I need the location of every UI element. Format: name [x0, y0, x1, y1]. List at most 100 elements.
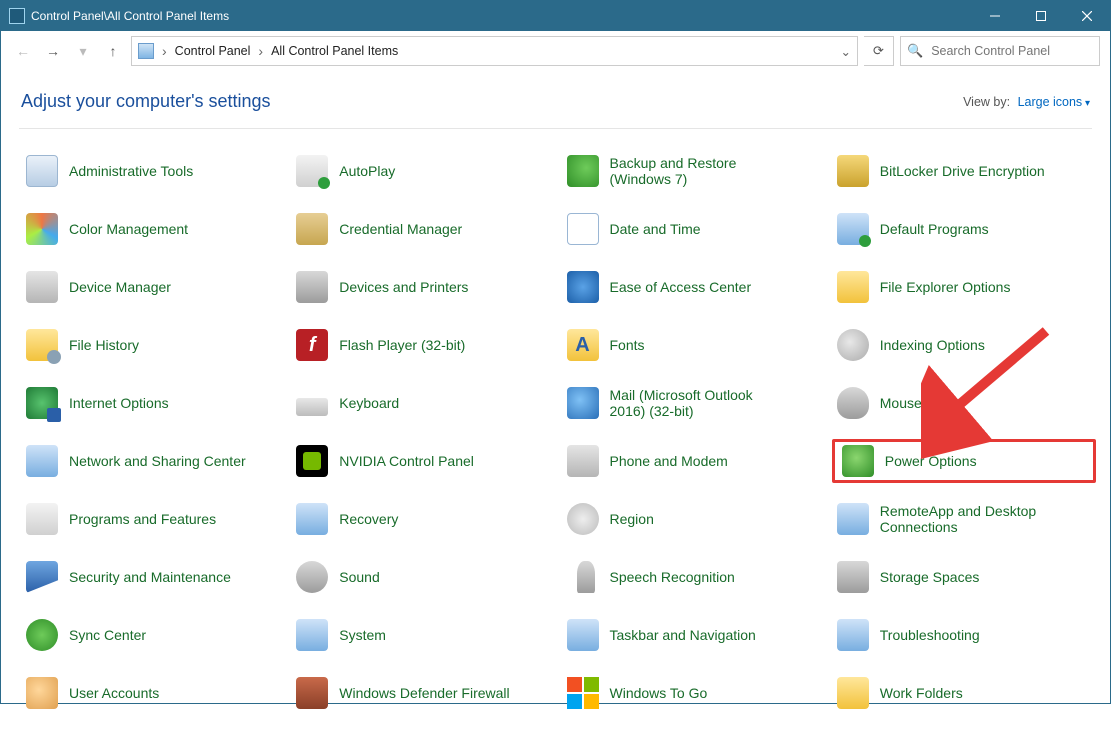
mail-icon: [566, 386, 600, 420]
inet-icon: [25, 386, 59, 420]
cp-item-fonts[interactable]: AFonts: [562, 323, 826, 367]
bitlocker-icon: [836, 154, 870, 188]
cp-item-label: NVIDIA Control Panel: [339, 453, 474, 469]
cp-item-sync[interactable]: Sync Center: [21, 613, 285, 657]
cp-item-recovery[interactable]: Recovery: [291, 497, 555, 541]
cp-item-power[interactable]: Power Options: [832, 439, 1096, 483]
secmaint-icon: [25, 560, 59, 594]
cp-item-devman[interactable]: Device Manager: [21, 265, 285, 309]
cp-item-datetime[interactable]: Date and Time: [562, 207, 826, 251]
cp-item-sound[interactable]: Sound: [291, 555, 555, 599]
cp-item-default[interactable]: Default Programs: [832, 207, 1096, 251]
cp-item-cred[interactable]: Credential Manager: [291, 207, 555, 251]
cp-item-mouse[interactable]: Mouse: [832, 381, 1096, 425]
cp-item-label: Keyboard: [339, 395, 399, 411]
cp-item-label: Network and Sharing Center: [69, 453, 246, 469]
minimize-button[interactable]: [972, 1, 1018, 31]
cp-item-color[interactable]: Color Management: [21, 207, 285, 251]
breadcrumb-sep: [160, 43, 169, 59]
forward-button[interactable]: →: [41, 39, 65, 63]
cp-item-label: Fonts: [610, 337, 645, 353]
cp-item-admin[interactable]: Administrative Tools: [21, 149, 285, 193]
cp-item-label: Mail (Microsoft Outlook 2016) (32-bit): [610, 387, 790, 419]
autoplay-icon: [295, 154, 329, 188]
back-button[interactable]: ←: [11, 39, 35, 63]
cp-item-keyboard[interactable]: Keyboard: [291, 381, 555, 425]
cp-item-taskbar[interactable]: Taskbar and Navigation: [562, 613, 826, 657]
flash-icon: f: [295, 328, 329, 362]
address-bar[interactable]: Control Panel All Control Panel Items ⌄: [131, 36, 858, 66]
cp-item-filehist[interactable]: File History: [21, 323, 285, 367]
up-button[interactable]: ↑: [101, 39, 125, 63]
cp-item-label: User Accounts: [69, 685, 159, 701]
cp-item-network[interactable]: Network and Sharing Center: [21, 439, 285, 483]
view-by: View by: Large icons: [963, 95, 1090, 109]
mouse-icon: [836, 386, 870, 420]
cp-item-label: Storage Spaces: [880, 569, 980, 585]
breadcrumb-sep: [256, 43, 265, 59]
cp-item-label: Credential Manager: [339, 221, 462, 237]
cp-item-label: BitLocker Drive Encryption: [880, 163, 1045, 179]
view-by-value[interactable]: Large icons: [1018, 95, 1090, 109]
cp-item-remote[interactable]: RemoteApp and Desktop Connections: [832, 497, 1096, 541]
progs-icon: [25, 502, 59, 536]
cp-item-label: Windows Defender Firewall: [339, 685, 509, 701]
cp-item-nvidia[interactable]: NVIDIA Control Panel: [291, 439, 555, 483]
cp-item-label: Devices and Printers: [339, 279, 468, 295]
datetime-icon: [566, 212, 600, 246]
recent-dropdown[interactable]: ▾: [71, 39, 95, 63]
cp-item-label: Troubleshooting: [880, 627, 980, 643]
cp-item-label: Speech Recognition: [610, 569, 735, 585]
cp-item-devprint[interactable]: Devices and Printers: [291, 265, 555, 309]
cp-item-label: File Explorer Options: [880, 279, 1011, 295]
cp-item-autoplay[interactable]: AutoPlay: [291, 149, 555, 193]
cp-item-inet[interactable]: Internet Options: [21, 381, 285, 425]
cp-item-wtg[interactable]: Windows To Go: [562, 671, 826, 715]
cp-item-bitlocker[interactable]: BitLocker Drive Encryption: [832, 149, 1096, 193]
cp-item-phone[interactable]: Phone and Modem: [562, 439, 826, 483]
cp-item-label: Internet Options: [69, 395, 169, 411]
breadcrumb-root[interactable]: Control Panel: [175, 44, 251, 58]
default-icon: [836, 212, 870, 246]
search-box[interactable]: 🔍: [900, 36, 1100, 66]
cp-item-label: Windows To Go: [610, 685, 708, 701]
cp-item-storage[interactable]: Storage Spaces: [832, 555, 1096, 599]
breadcrumb-leaf[interactable]: All Control Panel Items: [271, 44, 398, 58]
cp-item-label: Color Management: [69, 221, 188, 237]
cp-item-trouble[interactable]: Troubleshooting: [832, 613, 1096, 657]
cp-item-secmaint[interactable]: Security and Maintenance: [21, 555, 285, 599]
trouble-icon: [836, 618, 870, 652]
search-input[interactable]: [929, 43, 1094, 59]
cp-item-label: Device Manager: [69, 279, 171, 295]
cp-item-speech[interactable]: Speech Recognition: [562, 555, 826, 599]
close-button[interactable]: [1064, 1, 1110, 31]
workfold-icon: [836, 676, 870, 710]
cp-item-mail[interactable]: Mail (Microsoft Outlook 2016) (32-bit): [562, 381, 826, 425]
address-dropdown-icon[interactable]: ⌄: [841, 44, 851, 59]
cp-item-label: Region: [610, 511, 654, 527]
cp-item-system[interactable]: System: [291, 613, 555, 657]
cp-item-firewall[interactable]: Windows Defender Firewall: [291, 671, 555, 715]
cp-item-label: Work Folders: [880, 685, 963, 701]
cp-item-fileexp[interactable]: File Explorer Options: [832, 265, 1096, 309]
page-title: Adjust your computer's settings: [21, 91, 963, 112]
heading-row: Adjust your computer's settings View by:…: [1, 71, 1110, 128]
sound-icon: [295, 560, 329, 594]
maximize-button[interactable]: [1018, 1, 1064, 31]
cp-item-label: Security and Maintenance: [69, 569, 231, 585]
refresh-button[interactable]: ⟳: [864, 36, 894, 66]
cp-item-region[interactable]: Region: [562, 497, 826, 541]
cp-item-progs[interactable]: Programs and Features: [21, 497, 285, 541]
cp-item-backup[interactable]: Backup and Restore (Windows 7): [562, 149, 826, 193]
recovery-icon: [295, 502, 329, 536]
devprint-icon: [295, 270, 329, 304]
cp-item-users[interactable]: User Accounts: [21, 671, 285, 715]
cp-item-flash[interactable]: fFlash Player (32-bit): [291, 323, 555, 367]
cp-item-index[interactable]: Indexing Options: [832, 323, 1096, 367]
cp-item-workfold[interactable]: Work Folders: [832, 671, 1096, 715]
admin-icon: [25, 154, 59, 188]
cp-item-label: AutoPlay: [339, 163, 395, 179]
cp-item-ease[interactable]: Ease of Access Center: [562, 265, 826, 309]
ease-icon: [566, 270, 600, 304]
backup-icon: [566, 154, 600, 188]
